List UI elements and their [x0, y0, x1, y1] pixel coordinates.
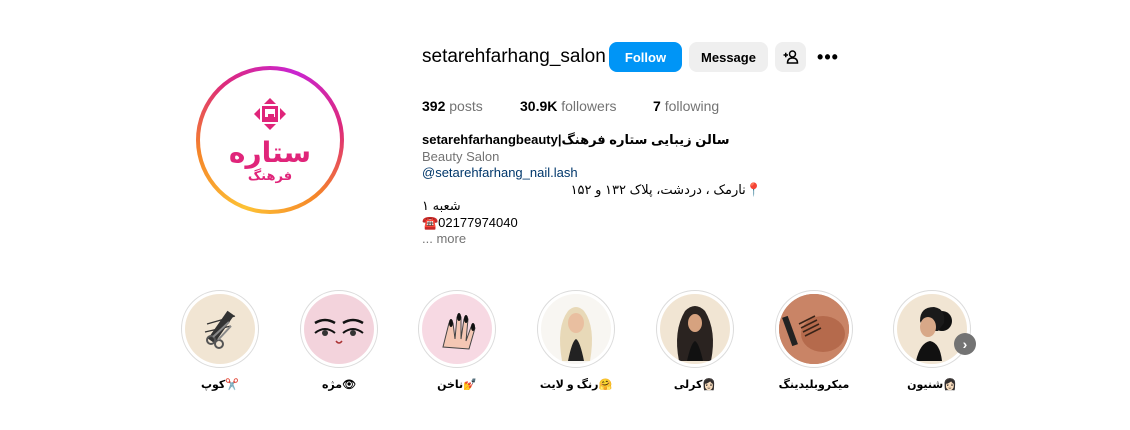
more-options-button[interactable]: •••: [813, 42, 843, 72]
highlight-label: کوپ✂️: [200, 379, 240, 391]
highlight-item[interactable]: مژه👁: [299, 290, 379, 391]
followers-count: 30.9K: [520, 98, 558, 114]
following-stat[interactable]: 7 following: [653, 98, 719, 114]
followers-stat[interactable]: 30.9K followers: [520, 98, 617, 114]
highlight-label: میکروبلیدینگ: [778, 379, 850, 391]
highlight-ring: [775, 290, 853, 368]
curly-hair-icon: [660, 294, 730, 364]
profile-avatar-ring[interactable]: ستاره فرهنگ: [196, 66, 344, 214]
bio-more-link[interactable]: ... more: [422, 231, 762, 248]
bio-branch: شعبه ۱: [422, 198, 461, 213]
add-user-icon: [783, 50, 798, 64]
highlight-label: مژه👁: [321, 379, 357, 391]
highlight-ring: [300, 290, 378, 368]
bio-name: سالن زیبایی ستاره فرهنگ|setarehfarhangbe…: [422, 132, 730, 147]
highlight-ring: [181, 290, 259, 368]
highlight-item[interactable]: کوپ✂️: [180, 290, 260, 391]
updo-hair-icon: [897, 294, 967, 364]
avatar[interactable]: ستاره فرهنگ: [204, 74, 336, 206]
bio-category: Beauty Salon: [422, 148, 500, 164]
highlights-next-button[interactable]: ›: [954, 333, 976, 355]
posts-label: posts: [449, 98, 483, 114]
avatar-logo-text: ستاره: [229, 136, 311, 169]
highlight-item[interactable]: میکروبلیدینگ: [774, 290, 854, 391]
posts-count: 392: [422, 98, 446, 114]
highlight-label: شنیون👩🏻: [907, 379, 957, 391]
suggested-accounts-button[interactable]: [775, 42, 806, 72]
highlight-ring: [537, 290, 615, 368]
bio-address: 📍نارمک ، دردشت، پلاک ۱۳۲ و ۱۵۲: [570, 181, 762, 197]
followers-label: followers: [561, 98, 617, 114]
highlight-label: رنگ و لایت🤗: [539, 379, 613, 391]
eyelash-icon: [304, 294, 374, 364]
following-label: following: [664, 98, 720, 114]
follow-button[interactable]: Follow: [609, 42, 682, 72]
salon-logo-icon: ستاره فرهنگ: [204, 74, 336, 206]
profile-username: setarehfarhang_salon: [422, 46, 606, 67]
avatar-border: ستاره فرهنگ: [200, 70, 340, 210]
profile-bio: سالن زیبایی ستاره فرهنگ|setarehfarhangbe…: [422, 132, 762, 248]
highlight-item[interactable]: کرلی👩🏻: [655, 290, 735, 391]
highlight-ring: [893, 290, 971, 368]
scissors-comb-icon: [185, 294, 255, 364]
posts-stat: 392 posts: [422, 98, 483, 114]
highlight-label: کرلی👩🏻: [673, 379, 717, 391]
highlight-ring: [656, 290, 734, 368]
following-count: 7: [653, 98, 661, 114]
highlight-item[interactable]: رنگ و لایت🤗: [536, 290, 616, 391]
highlight-item[interactable]: ناخن💅: [417, 290, 497, 391]
bio-phone: ☎️02177974040: [422, 214, 518, 230]
nail-hand-icon: [422, 294, 492, 364]
message-button[interactable]: Message: [689, 42, 768, 72]
highlight-label: ناخن💅: [437, 379, 477, 391]
bio-mention-link[interactable]: @setarehfarhang_nail.lash: [422, 165, 762, 182]
highlight-ring: [418, 290, 496, 368]
blonde-hair-icon: [541, 294, 611, 364]
avatar-logo-subtext: فرهنگ: [248, 168, 292, 184]
microblading-icon: [779, 294, 849, 364]
chevron-right-icon: ›: [962, 336, 968, 352]
